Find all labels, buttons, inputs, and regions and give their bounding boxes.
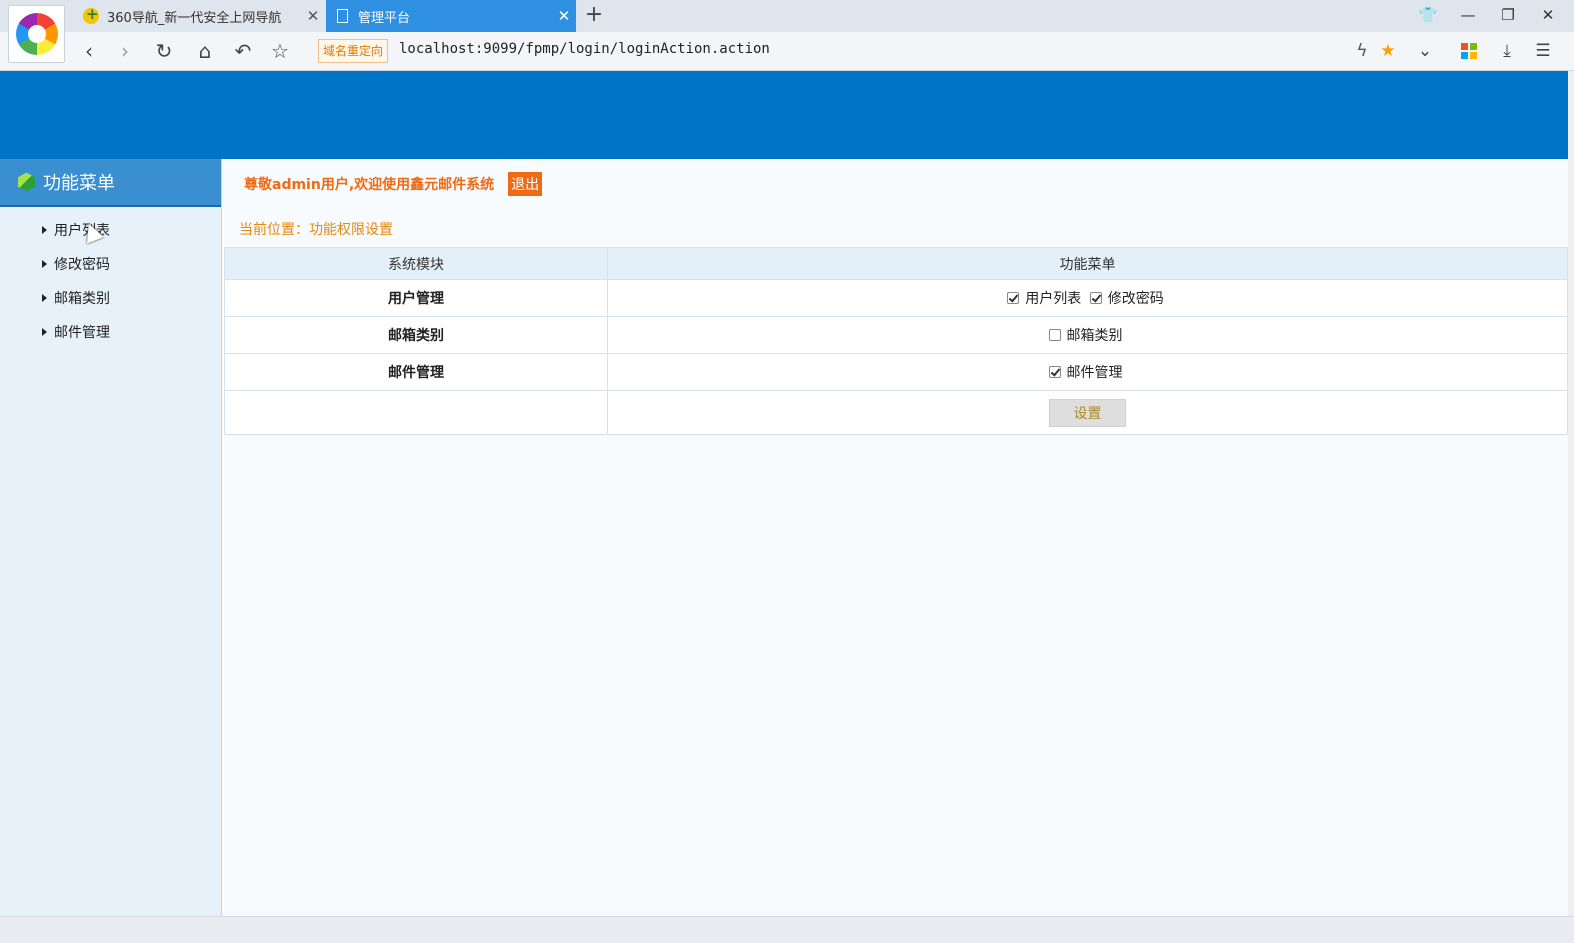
table-row: 用户管理 用户列表 修改密码	[224, 279, 1568, 317]
option-label: 修改密码	[1107, 291, 1164, 307]
column-header-menu: 功能菜单	[607, 247, 1568, 280]
sidebar-item-user-list[interactable]: 用户列表	[0, 213, 221, 247]
table-row: 邮箱类别 邮箱类别	[224, 316, 1568, 354]
permission-table: 系统模块 功能菜单 用户管理 用户列表 修改密码 邮箱类别 邮箱类别 邮件管理 …	[224, 247, 1568, 435]
triangle-right-icon	[42, 260, 47, 268]
bookmark-star-icon[interactable]: ☆	[266, 37, 294, 65]
redirect-badge[interactable]: 域名重定向	[318, 39, 389, 63]
module-cell: 邮件管理	[224, 353, 608, 391]
empty-cell	[224, 390, 608, 435]
sidebar-item-mailbox-category[interactable]: 邮箱类别	[0, 281, 221, 315]
welcome-text: 尊敬admin用户,欢迎使用鑫元邮件系统	[244, 177, 495, 193]
close-window-button[interactable]: ✕	[1528, 0, 1568, 32]
options-cell: 邮箱类别	[607, 316, 1568, 354]
option-label: 邮箱类别	[1066, 328, 1123, 344]
sidebar-item-mail-management[interactable]: 邮件管理	[0, 315, 221, 349]
module-cell: 邮箱类别	[224, 316, 608, 354]
triangle-right-icon	[42, 328, 47, 336]
undo-close-icon[interactable]: ↶	[229, 37, 257, 65]
favorite-star-icon[interactable]: ★	[1375, 38, 1401, 64]
sidebar-item-label: 修改密码	[54, 257, 110, 273]
checkbox[interactable]	[1089, 292, 1102, 304]
scrollbar[interactable]	[1568, 71, 1574, 916]
option-mailbox-category[interactable]: 邮箱类别	[1048, 325, 1123, 345]
browser-tab-bar: 360导航_新一代安全上网导航 ✕ 管理平台 ✕ + 👕 — ❐ ✕	[0, 0, 1574, 32]
module-cell: 用户管理	[224, 279, 608, 317]
skin-icon[interactable]: 👕	[1408, 0, 1448, 32]
forward-icon[interactable]: ›	[111, 37, 139, 65]
address-bar[interactable]: localhost:9099/fpmp/login/loginAction.ac…	[399, 41, 770, 57]
back-icon[interactable]: ‹	[75, 37, 103, 65]
restore-button[interactable]: ❐	[1488, 0, 1528, 32]
sidebar: 功能菜单 用户列表 修改密码 邮箱类别 邮件管理	[0, 159, 222, 916]
tab-admin-platform[interactable]: 管理平台 ✕	[326, 0, 576, 32]
sidebar-header: 功能菜单	[0, 159, 221, 207]
sidebar-item-label: 邮件管理	[54, 325, 110, 341]
triangle-right-icon	[42, 226, 47, 234]
status-bar	[0, 916, 1574, 943]
option-label: 用户列表	[1025, 291, 1082, 307]
360-favicon-icon	[83, 5, 99, 24]
speed-mode-icon[interactable]: ϟ	[1349, 38, 1375, 64]
menu-icon[interactable]: ☰	[1530, 38, 1556, 64]
home-icon[interactable]: ⌂	[191, 37, 219, 65]
option-mail-management[interactable]: 邮件管理	[1048, 362, 1123, 382]
checkbox[interactable]	[1007, 292, 1020, 304]
table-header-row: 系统模块 功能菜单	[224, 247, 1568, 280]
tab-label: 360导航_新一代安全上网导航	[107, 10, 282, 26]
360-browser-logo[interactable]	[8, 5, 65, 63]
option-user-list[interactable]: 用户列表	[1007, 288, 1081, 308]
checkbox[interactable]	[1048, 329, 1061, 341]
sidebar-title: 功能菜单	[43, 173, 115, 194]
download-icon[interactable]: ⤓	[1494, 38, 1520, 64]
reload-icon[interactable]: ↻	[150, 37, 178, 65]
column-header-module: 系统模块	[224, 247, 608, 280]
logout-button[interactable]: 退出	[508, 172, 543, 196]
set-button[interactable]: 设置	[1049, 398, 1126, 427]
chevron-down-icon[interactable]: ⌄	[1412, 38, 1438, 64]
checkbox[interactable]	[1048, 366, 1061, 378]
apps-grid-icon[interactable]	[1456, 38, 1482, 64]
breadcrumb: 当前位置：功能权限设置	[239, 222, 393, 238]
browser-toolbar: ‹ › ↻ ⌂ ↶ ☆ 域名重定向 localhost:9099/fpmp/lo…	[0, 32, 1574, 71]
cube-icon	[18, 172, 35, 192]
table-row: 邮件管理 邮件管理	[224, 353, 1568, 391]
new-tab-button[interactable]: +	[583, 2, 605, 28]
sidebar-item-label: 邮箱类别	[54, 291, 110, 307]
submit-cell: 设置	[607, 390, 1568, 435]
option-change-password[interactable]: 修改密码	[1089, 288, 1164, 308]
sidebar-item-change-password[interactable]: 修改密码	[0, 247, 221, 281]
table-row: 设置	[224, 390, 1568, 435]
welcome-bar: 尊敬admin用户,欢迎使用鑫元邮件系统 退出	[244, 172, 543, 196]
option-label: 邮件管理	[1066, 365, 1123, 381]
triangle-right-icon	[42, 294, 47, 302]
close-tab-icon[interactable]: ✕	[552, 7, 576, 25]
main-content: 尊敬admin用户,欢迎使用鑫元邮件系统 退出 当前位置：功能权限设置 系统模块…	[223, 159, 1568, 916]
web-page: 功能菜单 用户列表 修改密码 邮箱类别 邮件管理 尊敬admin用户,欢迎使用鑫…	[0, 71, 1568, 916]
tab-label: 管理平台	[358, 10, 411, 26]
tab-360-nav[interactable]: 360导航_新一代安全上网导航 ✕	[75, 0, 325, 32]
options-cell: 用户列表 修改密码	[607, 279, 1568, 317]
top-banner	[0, 71, 1568, 159]
sidebar-menu: 用户列表 修改密码 邮箱类别 邮件管理	[0, 207, 221, 349]
close-tab-icon[interactable]: ✕	[301, 7, 325, 25]
options-cell: 邮件管理	[607, 353, 1568, 391]
document-icon	[337, 9, 348, 23]
minimize-button[interactable]: —	[1448, 0, 1488, 32]
